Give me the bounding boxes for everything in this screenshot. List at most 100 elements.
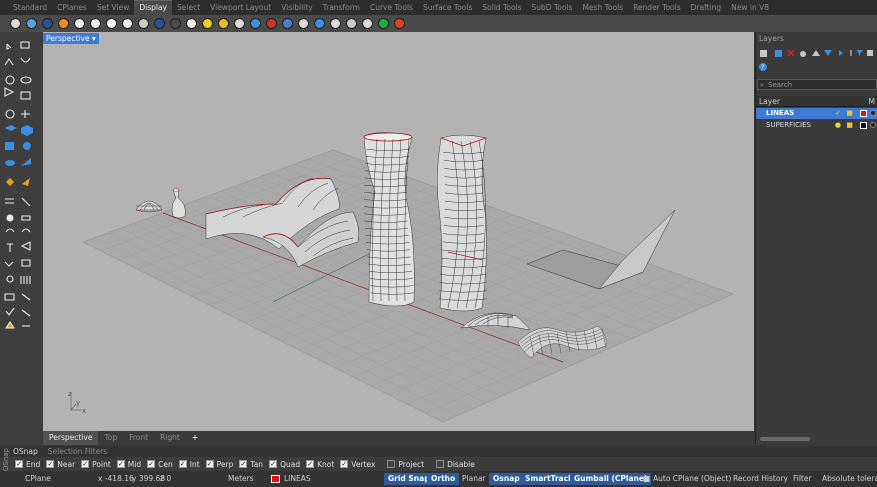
osnap-toggle[interactable]: Osnap: [489, 473, 524, 485]
osnap-checkbox[interactable]: [387, 460, 396, 468]
toolbar-tab-viewport-layout[interactable]: Viewport Layout: [205, 3, 276, 15]
osnap-vertex[interactable]: ✓ Vertex: [340, 460, 375, 469]
technical-icon[interactable]: [88, 17, 103, 31]
perspective-viewport[interactable]: z y x: [43, 32, 754, 431]
lightbulb-icon[interactable]: ●: [835, 120, 841, 131]
wireframe-icon[interactable]: [8, 17, 23, 31]
auto-cplane-toggle[interactable]: Auto CPlane (Object): [653, 474, 731, 483]
osnap-checkbox[interactable]: ✓: [340, 460, 349, 468]
toolbar-tab-cplanes[interactable]: CPlanes: [52, 3, 92, 15]
toolbar-tab-curve-tools[interactable]: Curve Tools: [365, 3, 418, 15]
osnap-end[interactable]: ✓ End: [15, 460, 40, 469]
monochrome-icon[interactable]: [168, 17, 183, 31]
lightbulb-icon[interactable]: ✓: [835, 108, 841, 119]
ortho-toggle[interactable]: Ortho: [427, 473, 460, 485]
lock-icon[interactable]: ■: [846, 108, 853, 119]
toolbar-tab-solid-tools[interactable]: Solid Tools: [477, 3, 526, 15]
osnap-checkbox[interactable]: ✓: [239, 460, 248, 468]
viewport-tab-right[interactable]: Right: [154, 431, 186, 445]
layer-row[interactable]: SUPERFICIES ● ■: [756, 120, 877, 131]
layer-search-input[interactable]: ⌕ Search: [757, 79, 877, 90]
viewport-title[interactable]: Perspective ▾: [43, 33, 99, 44]
osnap-checkbox[interactable]: ✓: [116, 460, 125, 468]
clipping-icon[interactable]: [376, 17, 391, 31]
layout-icon[interactable]: [360, 17, 375, 31]
osnap-checkbox[interactable]: ✓: [46, 460, 55, 468]
toolbar-tab-mesh-tools[interactable]: Mesh Tools: [577, 3, 628, 15]
toolbar-tab-standard[interactable]: Standard: [8, 3, 52, 15]
toolbar-tab-visibility[interactable]: Visibility: [276, 3, 317, 15]
viewport-tab-top[interactable]: Top: [98, 431, 123, 445]
pen-icon[interactable]: [120, 17, 135, 31]
environment-icon[interactable]: [248, 17, 263, 31]
osnap-checkbox[interactable]: ✓: [205, 460, 214, 468]
gumball-toggle[interactable]: Gumball (CPlane): [570, 473, 652, 485]
toolbar-tab-display[interactable]: Display: [134, 0, 172, 15]
layer-row[interactable]: LINEAS ✓ ■: [756, 108, 877, 119]
sun-icon[interactable]: [200, 17, 215, 31]
osnap-checkbox[interactable]: [436, 460, 445, 468]
toolbar-tab-set-view[interactable]: Set View: [92, 3, 135, 15]
toolbar-tab-drafting[interactable]: Drafting: [686, 3, 727, 15]
filter-toggle[interactable]: Filter: [793, 474, 812, 483]
ghosted-icon[interactable]: [56, 17, 71, 31]
osnap-knot[interactable]: ✓ Knot: [306, 460, 334, 469]
osnap-checkbox[interactable]: ✓: [81, 460, 90, 468]
arctic-icon[interactable]: [136, 17, 151, 31]
current-layer[interactable]: LINEAS: [284, 474, 311, 483]
osnap-tab-selection-filters[interactable]: Selection Filters: [48, 447, 107, 456]
osnap-tan[interactable]: ✓ Tan: [239, 460, 263, 469]
curvature-icon[interactable]: [264, 17, 279, 31]
toolbar-tab-subd-tools[interactable]: SubD Tools: [527, 3, 578, 15]
osnap-mid[interactable]: ✓ Mid: [116, 460, 141, 469]
material-icon[interactable]: [870, 110, 876, 116]
layers-toolbar[interactable]: ?: [757, 47, 877, 75]
draft-angle-icon[interactable]: [280, 17, 295, 31]
osnap-perp[interactable]: ✓ Perp: [205, 460, 233, 469]
viewport-tab-front[interactable]: Front: [123, 431, 154, 445]
xray-icon[interactable]: [72, 17, 87, 31]
record-history-toggle[interactable]: Record History: [733, 474, 788, 483]
planar-toggle[interactable]: Planar: [462, 474, 486, 483]
osnap-checkbox[interactable]: ✓: [269, 460, 278, 468]
toolbar-tab-render-tools[interactable]: Render Tools: [628, 3, 686, 15]
show-icon[interactable]: [328, 17, 343, 31]
shaded-icon[interactable]: [24, 17, 39, 31]
osnap-near[interactable]: ✓ Near: [46, 460, 75, 469]
osnap-tab-osnap[interactable]: OSnap: [13, 447, 38, 456]
raytraced-icon[interactable]: [152, 17, 167, 31]
osnap-checkbox[interactable]: ✓: [15, 460, 23, 468]
toolbar-tab-new-in-v8[interactable]: New in V8: [726, 3, 774, 15]
layer-color-swatch[interactable]: [860, 110, 867, 117]
osnap-checkbox[interactable]: ✓: [147, 460, 156, 468]
display-mode-icon[interactable]: [344, 17, 359, 31]
osnap-cen[interactable]: ✓ Cen: [147, 460, 173, 469]
osnap-checkbox[interactable]: ✓: [178, 460, 187, 468]
chevron-down-icon[interactable]: ▾: [92, 34, 96, 43]
osnap-checkbox[interactable]: ✓: [306, 460, 315, 468]
zebra-icon[interactable]: [232, 17, 247, 31]
toolbar-tab-select[interactable]: Select: [172, 3, 205, 15]
osnap-disable[interactable]: Disable: [436, 460, 475, 469]
osnap-project[interactable]: Project: [387, 460, 424, 469]
emap-icon[interactable]: [312, 17, 327, 31]
layer-color-swatch[interactable]: [860, 122, 867, 129]
material-icon[interactable]: [870, 122, 876, 128]
viewport-tab-perspective[interactable]: Perspective: [43, 431, 99, 445]
smarttrack-toggle[interactable]: SmartTrack: [521, 473, 578, 485]
layers-scrollbar[interactable]: [760, 437, 810, 441]
edge-icon[interactable]: [296, 17, 311, 31]
units-label[interactable]: Meters: [228, 474, 254, 483]
toolbar-tab-surface-tools[interactable]: Surface Tools: [418, 3, 477, 15]
lock-icon[interactable]: ■: [846, 120, 853, 131]
light-icon[interactable]: [216, 17, 231, 31]
osnap-int[interactable]: ✓ Int: [178, 460, 200, 469]
grid-color-icon[interactable]: [392, 17, 407, 31]
osnap-quad[interactable]: ✓ Quad: [269, 460, 300, 469]
osnap-point[interactable]: ✓ Point: [81, 460, 111, 469]
dots-icon[interactable]: [184, 17, 199, 31]
artistic-icon[interactable]: [104, 17, 119, 31]
left-tool-icons[interactable]: [0, 32, 42, 444]
rendered-icon[interactable]: [40, 17, 55, 31]
add-viewport-tab-button[interactable]: +: [186, 431, 204, 445]
